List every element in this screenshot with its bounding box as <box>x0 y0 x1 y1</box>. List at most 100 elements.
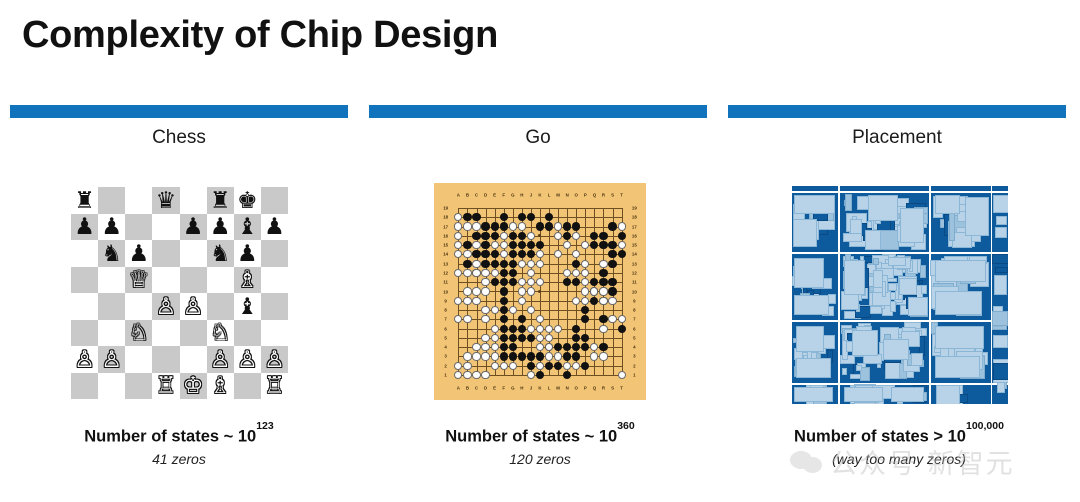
go-stone-white <box>490 343 499 352</box>
chess-square <box>71 266 99 293</box>
chess-square <box>206 266 234 293</box>
go-column-label: C <box>474 385 479 391</box>
go-column-label: J <box>529 192 533 198</box>
caption-sub-placement: (way too many zeros) <box>832 450 966 467</box>
go-column-label: K <box>538 385 542 391</box>
go-stone-white <box>590 287 599 296</box>
go-row-label: 9 <box>633 298 636 304</box>
placement-macro <box>992 253 1008 265</box>
chess-square: ♙ <box>179 293 207 320</box>
chess-square: ♙ <box>71 346 99 373</box>
go-stone-black <box>463 259 472 268</box>
go-column-label: L <box>547 385 551 391</box>
go-stone-white <box>544 333 554 342</box>
go-stone-black <box>526 352 536 361</box>
go-column-label: C <box>474 192 479 198</box>
go-stone-white <box>481 333 490 342</box>
chess-square: ♟ <box>206 213 234 240</box>
go-stone-white <box>499 361 508 370</box>
go-stone-white <box>454 315 463 324</box>
placement-macro <box>796 325 825 352</box>
go-stone-white <box>535 324 545 333</box>
chess-piece: ♘ <box>128 319 150 346</box>
chess-piece: ♖ <box>264 372 285 399</box>
chess-square: ♟ <box>125 239 153 267</box>
go-stone-white <box>526 305 536 315</box>
go-stone-white <box>472 370 481 380</box>
go-stone-white <box>454 213 463 222</box>
chess-square: ♙ <box>260 345 288 373</box>
placement-macro <box>843 260 866 295</box>
go-stone-black <box>544 222 554 231</box>
go-stone-black <box>535 352 545 361</box>
go-stone-white <box>599 259 608 268</box>
go-row-label: 18 <box>443 214 449 220</box>
caption-exponent-placement: 100,000 <box>965 420 1004 433</box>
chess-square <box>179 266 207 293</box>
go-column-label: M <box>556 192 560 198</box>
chess-piece: ♟ <box>182 213 204 240</box>
go-stone-black <box>472 231 481 240</box>
chess-piece: ♞ <box>209 239 231 266</box>
slide-canvas: Complexity of Chip Design Chess Go Place… <box>0 0 1080 502</box>
go-column-label: R <box>601 192 606 198</box>
caption-main-text-placement: Number of states > 10 <box>794 427 966 446</box>
go-row-label: 3 <box>444 353 447 359</box>
go-stone-white <box>499 250 508 259</box>
column-heading-chess: Chess <box>152 127 206 148</box>
go-stone-white <box>554 231 563 240</box>
go-stone-black <box>608 287 617 296</box>
go-stone-black <box>554 343 563 352</box>
go-stone-white <box>472 352 481 361</box>
go-stone-black <box>499 305 508 315</box>
go-stone-white <box>472 240 481 250</box>
chess-square <box>71 293 99 320</box>
go-column-label: D <box>483 385 488 391</box>
go-stone-white <box>481 315 490 324</box>
go-stone-white <box>554 352 563 361</box>
go-row-label: 8 <box>633 307 636 313</box>
chess-piece: ♛ <box>155 186 177 213</box>
go-stone-black <box>499 352 508 361</box>
go-column-label: S <box>611 385 615 391</box>
go-row-label: 17 <box>443 224 449 230</box>
go-stone-black <box>599 278 608 287</box>
chess-piece: ♜ <box>209 186 231 213</box>
go-stone-black <box>572 259 581 268</box>
go-stone-white <box>499 231 508 240</box>
go-stone-black <box>499 315 508 324</box>
chess-square <box>260 266 288 293</box>
go-column-label: Q <box>592 192 597 198</box>
chess-piece: ♙ <box>237 345 258 372</box>
chess-piece: ♟ <box>128 239 150 266</box>
go-stone-black <box>599 231 608 240</box>
caption-exponent-chess: 123 <box>256 420 274 433</box>
go-stone-white <box>535 250 545 259</box>
caption-sub-go: 120 zeros <box>509 450 571 467</box>
go-stone-white <box>472 268 481 278</box>
chess-square <box>98 187 126 214</box>
go-row-label: 19 <box>443 205 449 211</box>
go-stone-black <box>481 222 490 231</box>
go-stone-black <box>499 213 508 222</box>
go-stone-black <box>490 231 499 240</box>
go-stone-white <box>463 287 472 296</box>
go-stone-white <box>581 240 590 250</box>
go-stone-white <box>526 259 536 268</box>
go-row-label: 8 <box>444 307 447 313</box>
go-stone-white <box>535 343 545 352</box>
placement-macro <box>920 285 927 295</box>
caption-chess: Number of states ~ 10123 41 zeros <box>0 420 359 466</box>
chess-square <box>125 213 153 240</box>
placement-macro <box>796 358 831 378</box>
go-stone-black <box>563 222 572 231</box>
go-row-label: 14 <box>443 251 449 257</box>
go-row-label: 4 <box>633 344 636 350</box>
chess-square: ♖ <box>260 372 288 399</box>
chess-piece: ♙ <box>264 345 285 372</box>
chip-placement-map <box>792 186 1008 404</box>
go-stone-white <box>526 268 536 278</box>
go-column-label: A <box>456 192 460 198</box>
go-stone-white <box>454 296 463 305</box>
go-stone-black <box>508 250 517 259</box>
